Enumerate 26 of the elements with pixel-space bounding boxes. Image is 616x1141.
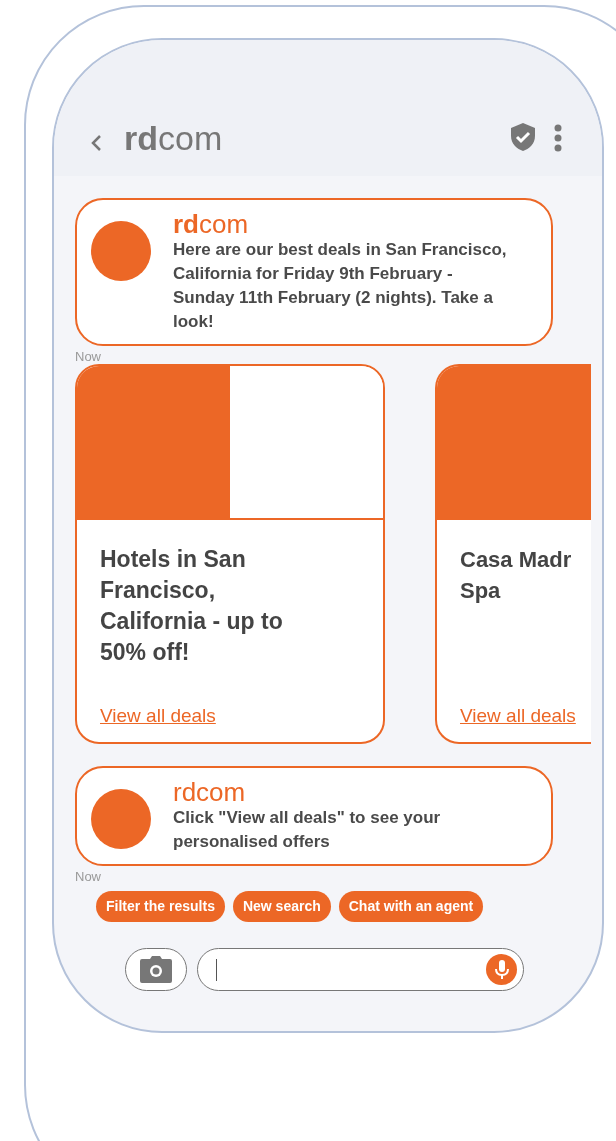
message-text: Here are our best deals in San Francisco, California for Friday 9th February - Sunday 11th February (2 nights). Take a look! [173, 239, 508, 333]
timestamp: Now [75, 348, 101, 366]
view-deals-link[interactable]: View all deals [460, 701, 576, 730]
card-title: Casa Madr Spa [460, 546, 573, 605]
suggestion-chip[interactable]: New search [232, 891, 331, 922]
back-icon [90, 134, 102, 152]
back-button[interactable] [90, 134, 102, 152]
sender-name: rdcom [173, 778, 247, 806]
message-text: Click "View all deals" to see your personalised offers [173, 807, 442, 853]
message-input[interactable] [197, 948, 524, 991]
card-title: Hotels in San Francisco, California - up to 50% off! [100, 545, 284, 667]
avatar [91, 221, 151, 281]
view-deals-link[interactable]: View all deals [100, 701, 216, 730]
suggestion-chip[interactable]: Chat with an agent [338, 891, 484, 922]
sender-name: rdcom [173, 210, 250, 238]
text-cursor [216, 958, 217, 981]
camera-icon [140, 956, 172, 983]
timestamp: Now [75, 868, 101, 886]
suggestion-chip[interactable]: Filter the results [96, 891, 225, 922]
more-menu-icon[interactable] [554, 124, 562, 152]
shield-check-icon[interactable] [510, 122, 536, 152]
chat-title: rdcom [124, 118, 223, 158]
microphone-icon [494, 959, 509, 980]
avatar [91, 789, 151, 849]
camera-button[interactable] [125, 948, 187, 991]
microphone-button[interactable] [486, 954, 517, 985]
